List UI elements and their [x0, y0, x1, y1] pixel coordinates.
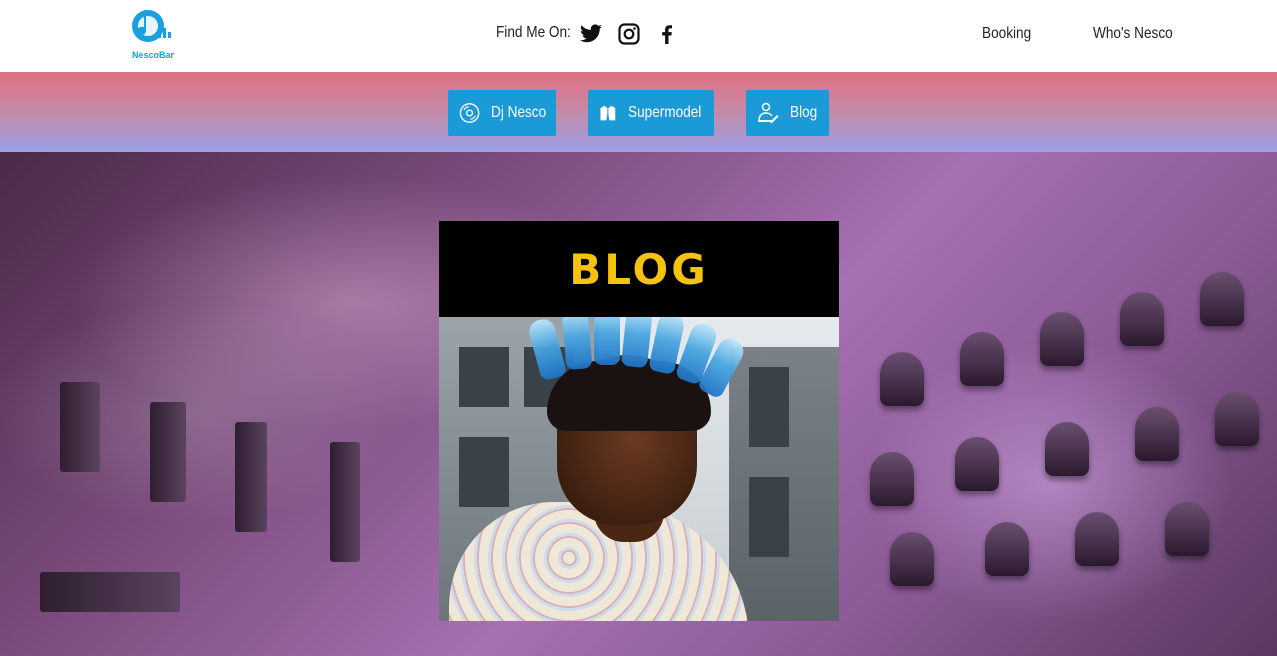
twitter-icon[interactable]: [579, 22, 603, 46]
mixer-knob: [1120, 292, 1164, 346]
writer-icon: [758, 102, 779, 124]
supermodel-button[interactable]: Supermodel: [588, 90, 714, 136]
photo-building: [729, 347, 839, 621]
mixer-knob: [960, 332, 1004, 386]
blog-button[interactable]: Blog: [746, 90, 829, 136]
dj-nesco-label: Dj Nesco: [491, 104, 547, 121]
mixer-knob: [870, 452, 914, 506]
instagram-icon[interactable]: [617, 22, 641, 46]
logo-icon: [132, 10, 171, 42]
mixer-knob: [985, 522, 1029, 576]
jacket-icon: [600, 105, 616, 121]
mixer-knob: [1215, 392, 1259, 446]
mixer-knob: [1165, 502, 1209, 556]
mixer-knob: [1200, 272, 1244, 326]
facebook-icon[interactable]: [655, 22, 679, 46]
logo[interactable]: NescoBar: [128, 4, 178, 60]
nav-booking[interactable]: Booking: [982, 25, 1031, 43]
water-bottle: [594, 317, 620, 365]
mixer-fader: [150, 402, 186, 502]
vinyl-icon: [459, 103, 480, 123]
logo-text: NescoBar: [131, 50, 175, 60]
blog-title: BLOG: [569, 244, 709, 294]
water-bottle: [561, 317, 593, 371]
mixer-fader: [235, 422, 267, 532]
mixer-knob: [880, 352, 924, 406]
find-me-label: Find Me On:: [496, 24, 571, 41]
mixer-knob: [1075, 512, 1119, 566]
top-bar: NescoBar Find Me On: Booking Who's Nesco: [0, 0, 1277, 72]
supermodel-label: Supermodel: [627, 104, 702, 121]
mixer-fader: [60, 382, 100, 472]
nav-whos-nesco[interactable]: Who's Nesco: [1093, 25, 1173, 43]
blog-label: Blog: [790, 104, 818, 121]
mixer-knob: [1135, 407, 1179, 461]
blog-photo[interactable]: [439, 317, 839, 621]
mixer-knob: [1040, 312, 1084, 366]
mixer-fader: [330, 442, 360, 562]
mixer-fader: [40, 572, 180, 612]
dj-nesco-button[interactable]: Dj Nesco: [448, 90, 556, 136]
blog-header: BLOG: [439, 221, 839, 317]
mixer-knob: [1045, 422, 1089, 476]
mixer-knob: [955, 437, 999, 491]
mixer-knob: [890, 532, 934, 586]
